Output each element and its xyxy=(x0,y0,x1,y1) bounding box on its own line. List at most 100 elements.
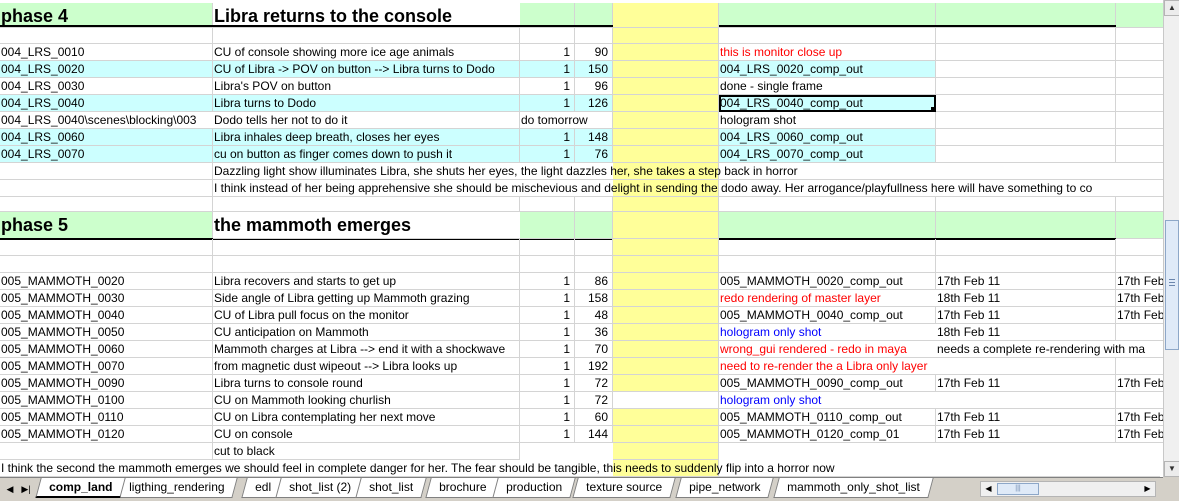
highlight-column-cell[interactable] xyxy=(613,256,719,273)
frames-cell[interactable]: 72 xyxy=(575,375,613,392)
comment-cell[interactable]: I think instead of her being apprehensiv… xyxy=(213,180,1163,197)
empty-cell[interactable] xyxy=(575,239,613,256)
empty-cell[interactable] xyxy=(575,256,613,273)
highlight-column-cell[interactable] xyxy=(613,146,719,163)
highlight-column-cell[interactable] xyxy=(613,392,719,409)
empty-cell[interactable] xyxy=(936,256,1116,273)
frames-cell[interactable]: 148 xyxy=(575,129,613,146)
spreadsheet-grid[interactable]: phase 4 Libra returns to the console 004_L… xyxy=(0,0,1163,477)
count-cell[interactable]: 1 xyxy=(520,95,575,112)
shot-id-cell[interactable]: 004_LRS_0030 xyxy=(0,78,213,95)
header-fill-cell[interactable] xyxy=(1116,3,1163,28)
date-cell[interactable]: 17th Feb xyxy=(1116,409,1163,426)
count-cell[interactable]: 1 xyxy=(520,324,575,341)
highlight-column-cell[interactable] xyxy=(613,409,719,426)
empty-cell[interactable] xyxy=(0,180,213,197)
note-cell[interactable]: wrong_gui rendered - redo in maya xyxy=(719,341,936,358)
empty-cell[interactable] xyxy=(213,197,520,212)
description-cell[interactable]: CU on console xyxy=(213,426,520,443)
horizontal-scroll-thumb[interactable]: ||| xyxy=(997,483,1039,495)
note-cell[interactable]: this is monitor close up xyxy=(719,44,936,61)
date-cell[interactable]: 17th Feb xyxy=(1116,375,1163,392)
phase-5-title[interactable]: the mammoth emerges xyxy=(213,212,613,239)
frames-cell[interactable]: 90 xyxy=(575,44,613,61)
date-cell[interactable]: 17th Feb 11 xyxy=(936,426,1116,443)
frames-cell[interactable]: 192 xyxy=(575,358,613,375)
empty-cell[interactable] xyxy=(936,61,1116,78)
count-cell[interactable]: 1 xyxy=(520,273,575,290)
count-cell[interactable]: 1 xyxy=(520,392,575,409)
note-cell[interactable]: 005_MAMMOTH_0090_comp_out xyxy=(719,375,936,392)
extra-note-cell[interactable]: do tomorrow xyxy=(520,112,588,129)
empty-cell[interactable] xyxy=(575,28,613,44)
highlight-column-cell[interactable] xyxy=(613,112,719,129)
shot-id-cell[interactable]: 004_LRS_0040 xyxy=(0,95,213,112)
sheet-tab[interactable]: brochure xyxy=(425,478,501,498)
description-cell[interactable]: Dodo tells her not to do it xyxy=(213,112,520,129)
description-cell[interactable]: CU of Libra -> POV on button --> Libra t… xyxy=(213,61,520,78)
highlight-column-cell[interactable] xyxy=(613,358,719,375)
frames-cell[interactable]: 150 xyxy=(575,61,613,78)
highlight-column-cell[interactable] xyxy=(613,239,719,256)
empty-cell[interactable] xyxy=(719,239,936,256)
note-cell[interactable]: 004_LRS_0060_comp_out xyxy=(719,129,936,146)
sheet-tab[interactable]: mammoth_only_shot_list xyxy=(773,478,934,498)
horizontal-scrollbar[interactable]: ◀ ||| ▶ xyxy=(980,481,1156,497)
empty-cell[interactable] xyxy=(1116,44,1163,61)
note-cell[interactable]: hologram shot xyxy=(719,112,936,129)
shot-id-cell[interactable]: 004_LRS_0010 xyxy=(0,44,213,61)
date-cell[interactable]: 18th Feb 11 xyxy=(936,290,1116,307)
count-cell[interactable]: 1 xyxy=(520,358,575,375)
shot-id-cell[interactable]: 005_MAMMOTH_0070 xyxy=(0,358,213,375)
highlight-column-cell[interactable] xyxy=(613,3,719,28)
description-cell[interactable]: Libra turns to console round xyxy=(213,375,520,392)
date-cell[interactable]: 17th Feb 11 xyxy=(936,375,1116,392)
empty-cell[interactable] xyxy=(213,28,520,44)
header-fill-cell[interactable] xyxy=(719,212,936,239)
shot-id-cell[interactable]: 004_LRS_0060 xyxy=(0,129,213,146)
shot-id-cell[interactable]: 005_MAMMOTH_0090 xyxy=(0,375,213,392)
empty-cell[interactable] xyxy=(0,28,213,44)
comment-cell[interactable]: I think the second the mammoth emerges w… xyxy=(0,460,1160,477)
highlight-column-cell[interactable] xyxy=(613,212,719,239)
empty-cell[interactable] xyxy=(1116,256,1163,273)
note-cell[interactable]: 005_MAMMOTH_0020_comp_out xyxy=(719,273,936,290)
highlight-column-cell[interactable] xyxy=(613,443,719,460)
highlight-column-cell[interactable] xyxy=(613,129,719,146)
frames-cell[interactable] xyxy=(575,112,613,129)
sheet-tab[interactable]: production xyxy=(492,478,576,498)
empty-cell[interactable] xyxy=(936,95,1116,112)
phase-4-title[interactable]: Libra returns to the console xyxy=(213,3,613,28)
description-cell[interactable]: Libra's POV on button xyxy=(213,78,520,95)
count-cell[interactable]: 1 xyxy=(520,44,575,61)
highlight-column-cell[interactable] xyxy=(613,273,719,290)
empty-cell[interactable] xyxy=(936,129,1116,146)
highlight-column-cell[interactable] xyxy=(613,28,719,44)
empty-cell[interactable] xyxy=(936,239,1116,256)
description-cell[interactable]: Libra inhales deep breath, closes her ey… xyxy=(213,129,520,146)
note-cell[interactable]: 004_LRS_0070_comp_out xyxy=(719,146,936,163)
date-cell[interactable]: 17th Feb xyxy=(1116,273,1163,290)
first-sheet-icon[interactable]: ◀ xyxy=(4,482,16,496)
count-cell[interactable]: 1 xyxy=(520,307,575,324)
empty-cell[interactable] xyxy=(520,239,575,256)
description-cell[interactable]: CU on Libra contemplating her next move xyxy=(213,409,520,426)
vertical-scrollbar[interactable]: ▲ ▼ xyxy=(1163,0,1179,477)
empty-cell[interactable] xyxy=(575,197,613,212)
frames-cell[interactable]: 158 xyxy=(575,290,613,307)
highlight-column-cell[interactable] xyxy=(613,375,719,392)
shot-id-cell[interactable]: 004_LRS_0040\scenes\blocking\003 xyxy=(0,112,213,129)
empty-cell[interactable] xyxy=(936,44,1116,61)
empty-cell[interactable] xyxy=(719,197,936,212)
frames-cell[interactable]: 48 xyxy=(575,307,613,324)
empty-cell[interactable] xyxy=(0,197,213,212)
count-cell[interactable]: 1 xyxy=(520,78,575,95)
frames-cell[interactable]: 60 xyxy=(575,409,613,426)
shot-id-cell[interactable]: 005_MAMMOTH_0100 xyxy=(0,392,213,409)
description-cell[interactable]: cu on button as finger comes down to pus… xyxy=(213,146,520,163)
count-cell[interactable]: 1 xyxy=(520,290,575,307)
sheet-tab[interactable]: comp_land xyxy=(35,478,127,498)
count-cell[interactable]: 1 xyxy=(520,61,575,78)
count-cell[interactable]: 1 xyxy=(520,146,575,163)
frames-cell[interactable]: 144 xyxy=(575,426,613,443)
